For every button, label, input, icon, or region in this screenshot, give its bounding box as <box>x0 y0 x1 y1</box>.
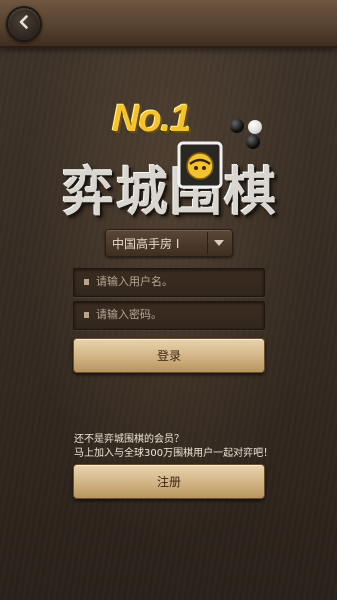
app-title-logo: 弈城围棋 <box>62 163 279 223</box>
password-field[interactable] <box>73 301 265 330</box>
password-input[interactable] <box>74 302 256 327</box>
room-select[interactable]: 中国高手房 Ⅰ <box>105 229 233 257</box>
signup-invite: 马上加入与全球300万围棋用户一起对弈吧！ <box>74 448 274 459</box>
go-board-logo-icon <box>176 140 224 190</box>
go-stones-icon <box>228 116 268 150</box>
no1-logo-text: No.1 <box>112 98 191 140</box>
register-button[interactable]: 注册 <box>73 464 265 499</box>
username-input[interactable] <box>74 269 256 294</box>
top-bar <box>0 0 337 48</box>
chevron-left-icon <box>16 14 32 34</box>
room-select-value: 中国高手房 Ⅰ <box>112 236 180 251</box>
login-button[interactable]: 登录 <box>73 338 265 373</box>
signup-question: 还不是弈城围棋的会员？ <box>74 434 184 445</box>
bullet-icon <box>84 312 89 318</box>
dropdown-caret-icon[interactable] <box>207 232 230 254</box>
username-field[interactable] <box>73 268 265 297</box>
back-button[interactable] <box>6 6 42 42</box>
bullet-icon <box>84 279 89 285</box>
